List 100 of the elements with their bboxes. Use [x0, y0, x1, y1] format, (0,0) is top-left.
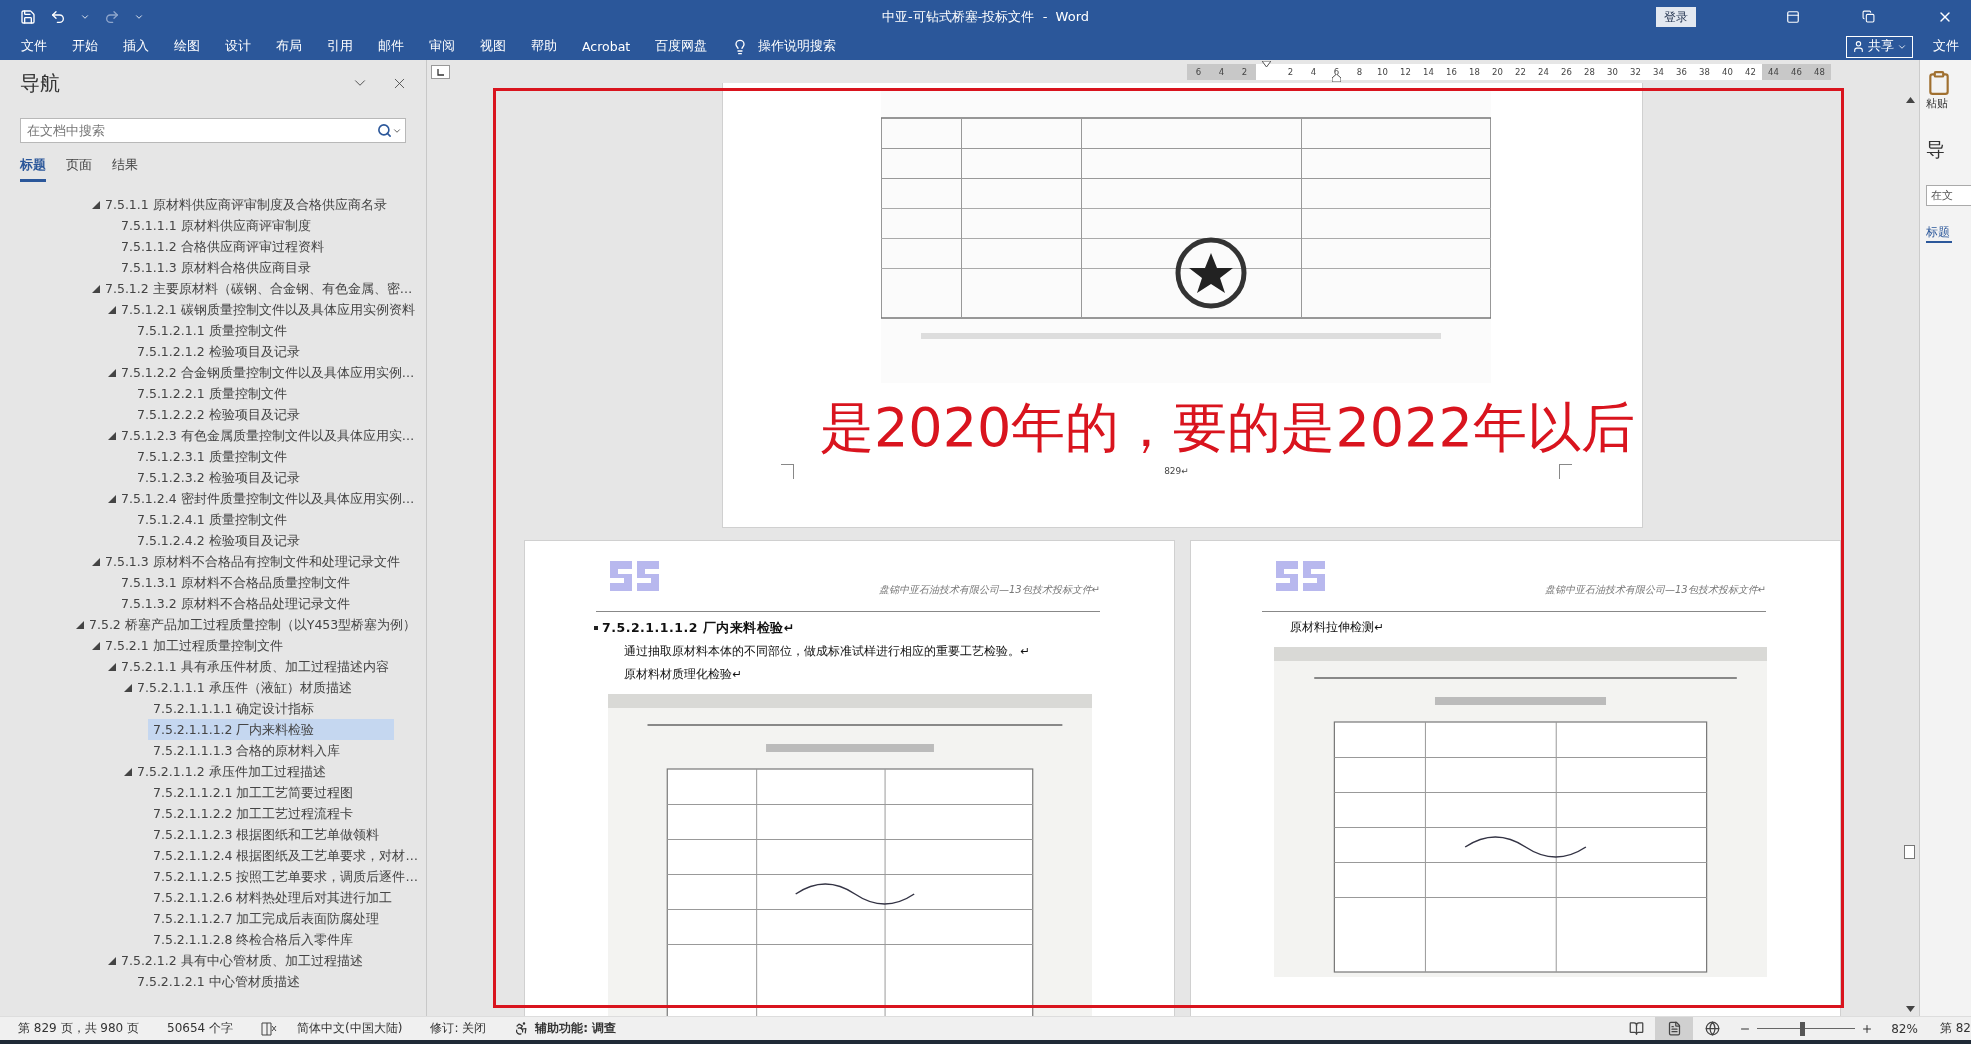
- outline-item[interactable]: 7.5.1.2.1.1 质量控制文件: [132, 320, 394, 341]
- outline-item[interactable]: 7.5.2.1.1.2.1 加工工艺简要过程图: [148, 782, 394, 803]
- outline-item[interactable]: 7.5.2.1.1.2.3 根据图纸和工艺单做领料: [148, 824, 394, 845]
- outline-item[interactable]: 7.5.2.1.1.1.3 合格的原材料入库: [148, 740, 394, 761]
- menu-tab[interactable]: 文件: [1933, 38, 1959, 55]
- menu-tab[interactable]: 绘图: [174, 38, 200, 55]
- outline-item[interactable]: 7.5.1.2.4.1 质量控制文件: [132, 509, 394, 530]
- outline-item[interactable]: 7.5.2.1.1.2.7 加工完成后表面防腐处理: [148, 908, 394, 929]
- outline-item[interactable]: 7.5.2.1.1.2 承压件加工过程描述: [132, 761, 394, 782]
- collapse-triangle-icon[interactable]: [92, 557, 100, 566]
- search-icon[interactable]: [377, 123, 392, 138]
- tab-stop-icon[interactable]: [431, 64, 450, 79]
- menu-tab[interactable]: 文件: [21, 38, 47, 55]
- page-count[interactable]: 第 829 页，共 980 页: [18, 1020, 140, 1037]
- menu-tab[interactable]: 审阅: [429, 38, 455, 55]
- outline-item[interactable]: 7.5.1.2.1.2 检验项目及记录: [132, 341, 394, 362]
- menu-tab[interactable]: 帮助: [531, 38, 557, 55]
- outline-item[interactable]: 7.5.2 桥塞产品加工过程质量控制（以Y453型桥塞为例）: [84, 614, 422, 635]
- outline-item[interactable]: 7.5.2.1.1.1.2 厂内来料检验: [148, 719, 394, 740]
- undo-icon[interactable]: [50, 8, 66, 25]
- outline-item[interactable]: 7.5.2.1.1.2.2 加工工艺过程流程卡: [148, 803, 394, 824]
- outline-item[interactable]: 7.5.1.2.4.2 检验项目及记录: [132, 530, 394, 551]
- paste-label[interactable]: 粘贴: [1926, 96, 1971, 111]
- accessibility-icon[interactable]: [514, 1021, 530, 1036]
- language-status[interactable]: 简体中文(中国大陆): [297, 1020, 403, 1037]
- outline-item[interactable]: 7.5.1.2.4 密封件质量控制文件以及具体应用实例…: [116, 488, 420, 509]
- menu-tab[interactable]: 百度网盘: [655, 38, 708, 55]
- accessibility-status[interactable]: 辅助功能: 调查: [535, 1020, 617, 1037]
- collapse-triangle-icon[interactable]: [108, 662, 116, 671]
- proofing-icon[interactable]: [261, 1021, 278, 1036]
- track-changes-status[interactable]: 修订: 关闭: [430, 1020, 487, 1037]
- collapse-triangle-icon[interactable]: [124, 767, 132, 776]
- outline-item[interactable]: 7.5.1.3 原材料不合格品有控制文件和处理记录文件: [100, 551, 405, 572]
- outline-item[interactable]: 7.5.2.1.2.1 中心管材质描述: [132, 971, 394, 992]
- outline-item[interactable]: 7.5.1.1.3 原材料合格供应商目录: [116, 257, 394, 278]
- outline-item[interactable]: 7.5.2.1.1.2.4 根据图纸及工艺单要求，对材…: [148, 845, 423, 866]
- scrollbar-thumb[interactable]: [1904, 845, 1915, 859]
- share-button[interactable]: 共享: [1846, 35, 1913, 58]
- outline-item[interactable]: 7.5.1.2 主要原材料（碳钢、合金钢、有色金属、密…: [100, 278, 418, 299]
- collapse-triangle-icon[interactable]: [92, 284, 100, 293]
- outline-item[interactable]: 7.5.1.2.3.2 检验项目及记录: [132, 467, 394, 488]
- outline-item[interactable]: 7.5.1.2.2.2 检验项目及记录: [132, 404, 394, 425]
- zoom-percent[interactable]: 82%: [1891, 1021, 1918, 1036]
- ribbon-display-icon[interactable]: [1786, 9, 1800, 24]
- clipboard-icon[interactable]: [1926, 70, 1952, 96]
- collapse-triangle-icon[interactable]: [92, 200, 100, 209]
- menu-tab[interactable]: 布局: [276, 38, 302, 55]
- tell-me-search[interactable]: 操作说明搜索: [758, 38, 837, 55]
- outline-item[interactable]: 7.5.1.2.2 合金钢质量控制文件以及具体应用实例…: [116, 362, 420, 383]
- collapse-triangle-icon[interactable]: [108, 431, 116, 440]
- scroll-down-icon[interactable]: [1905, 1006, 1915, 1012]
- logo-icon: [608, 559, 661, 593]
- outline-item[interactable]: 7.5.2.1 加工过程质量控制文件: [100, 635, 394, 656]
- outline-item[interactable]: 7.5.2.1.1 具有承压件材质、加工过程描述内容: [116, 656, 394, 677]
- sign-in-button[interactable]: 登录: [1656, 6, 1696, 27]
- outline-item[interactable]: 7.5.2.1.1.2.8 终检合格后入零件库: [148, 929, 394, 950]
- outline-item[interactable]: 7.5.1.2.3 有色金属质量控制文件以及具体应用实…: [116, 425, 420, 446]
- view-button[interactable]: [1655, 1017, 1694, 1040]
- menu-tab[interactable]: 开始: [72, 38, 98, 55]
- search-field[interactable]: 在文: [1926, 185, 1971, 206]
- outline-item[interactable]: 7.5.2.1.2 具有中心管材质、加工过程描述: [116, 950, 394, 971]
- pane-tab[interactable]: 页面: [66, 157, 92, 182]
- outline-item[interactable]: 7.5.1.2.2.1 质量控制文件: [132, 383, 394, 404]
- menu-tab[interactable]: Acrobat: [582, 39, 631, 54]
- outline-item[interactable]: 7.5.2.1.1.1.1 确定设计指标: [148, 698, 394, 719]
- outline-item[interactable]: 7.5.1.1.1 原材料供应商评审制度: [116, 215, 394, 236]
- search-field[interactable]: 在文档中搜索: [20, 118, 406, 143]
- redo-icon[interactable]: [104, 8, 120, 25]
- outline-item[interactable]: 7.5.1.3.1 原材料不合格品质量控制文件: [116, 572, 394, 593]
- scroll-up-icon[interactable]: [1905, 97, 1915, 103]
- pane-tab[interactable]: 标题: [20, 157, 46, 182]
- menu-tab[interactable]: 设计: [225, 38, 251, 55]
- outline-item[interactable]: 7.5.1.2.1 碳钢质量控制文件以及具体应用实例资料: [116, 299, 420, 320]
- outline-item[interactable]: 7.5.2.1.1.1 承压件（液缸）材质描述: [132, 677, 394, 698]
- outline-item[interactable]: 7.5.1.1.2 合格供应商评审过程资料: [116, 236, 394, 257]
- outline-item[interactable]: 7.5.2.1.1.2.6 材料热处理后对其进行加工: [148, 887, 398, 908]
- pane-tab[interactable]: 标题: [1926, 224, 1952, 243]
- zoom-in-icon[interactable]: [1861, 1022, 1874, 1035]
- outline-item[interactable]: 7.5.1.1 原材料供应商评审制度及合格供应商名录: [100, 194, 394, 215]
- outline-item[interactable]: 7.5.1.2.3.1 质量控制文件: [132, 446, 394, 467]
- word-count[interactable]: 50654 个字: [167, 1020, 234, 1037]
- collapse-triangle-icon[interactable]: [124, 683, 132, 692]
- save-icon[interactable]: [20, 8, 36, 25]
- collapse-triangle-icon[interactable]: [108, 368, 116, 377]
- collapse-triangle-icon[interactable]: [76, 620, 84, 629]
- zoom-slider-thumb[interactable]: [1800, 1021, 1805, 1036]
- outline-item[interactable]: 7.5.1.3.2 原材料不合格品处理记录文件: [116, 593, 394, 614]
- menu-tab[interactable]: 插入: [123, 38, 149, 55]
- restore-icon[interactable]: [1862, 10, 1875, 23]
- menu-tab[interactable]: 视图: [480, 38, 506, 55]
- collapse-triangle-icon[interactable]: [92, 641, 100, 650]
- paragraph-text: 原材料拉伸检测↵: [1290, 619, 1385, 636]
- collapse-triangle-icon[interactable]: [108, 494, 116, 503]
- collapse-triangle-icon[interactable]: [108, 956, 116, 965]
- menu-tab[interactable]: 邮件: [378, 38, 404, 55]
- menu-tab[interactable]: 引用: [327, 38, 353, 55]
- ruler[interactable]: 6 4 2 2 4 6 8 10 12 14 16 18 20 22 24 26 28 30 32 34 36 38 40 42 44 46 48: [1187, 63, 1831, 80]
- outline-item[interactable]: 7.5.2.1.1.2.5 按照工艺单要求，调质后逐件…: [148, 866, 423, 887]
- pane-tab[interactable]: 结果: [112, 157, 138, 182]
- collapse-triangle-icon[interactable]: [108, 305, 116, 314]
